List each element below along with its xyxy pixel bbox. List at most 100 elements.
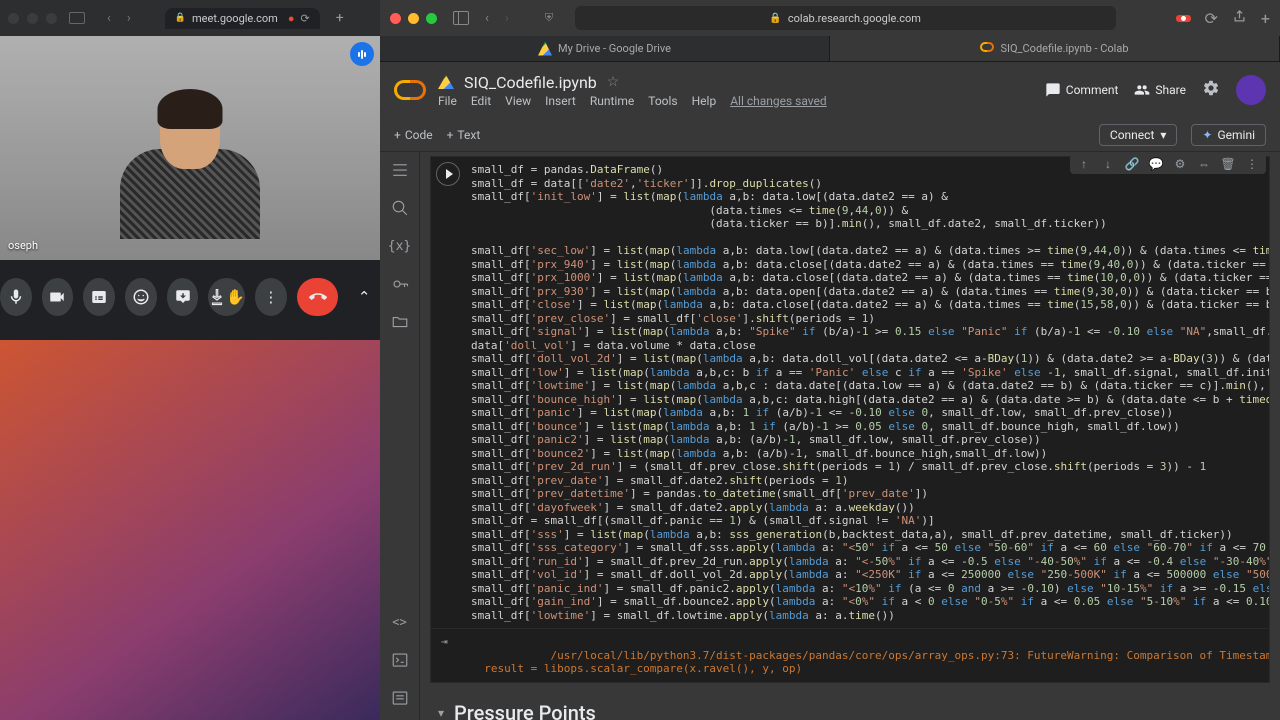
link-icon[interactable]: 🔗: [1124, 156, 1140, 172]
meet-controls: ✋ ⋮ ⌃: [0, 260, 380, 334]
colab-header: SIQ_Codefile.ipynb ☆ File Edit View Inse…: [380, 62, 1280, 118]
move-up-icon[interactable]: ↑: [1076, 156, 1092, 172]
chevron-down-icon: ▾: [1160, 128, 1166, 142]
colab-logo-icon[interactable]: [394, 80, 426, 100]
run-cell-button[interactable]: [436, 162, 460, 186]
forward-button[interactable]: ›: [499, 9, 515, 28]
cell-toolbar: ↑ ↓ 🔗 💬 ⚙ ⇔ 🗑 ⋮: [1070, 154, 1266, 174]
cell-output: ⇥/usr/local/lib/python3.7/dist-packages/…: [430, 629, 1270, 683]
present-button[interactable]: [167, 278, 199, 316]
add-text-button[interactable]: + Text: [447, 128, 481, 142]
gear-icon[interactable]: [1202, 79, 1220, 101]
back-button[interactable]: ‹: [479, 9, 495, 28]
traffic-dot: [27, 13, 38, 24]
back-button[interactable]: ‹: [101, 9, 117, 28]
tab-gdrive[interactable]: My Drive - Google Drive: [380, 36, 830, 61]
mirror-icon[interactable]: ⇔: [1196, 156, 1212, 172]
output-collapse-icon[interactable]: ⇥: [441, 635, 448, 649]
star-icon[interactable]: ☆: [607, 74, 620, 90]
toc-icon[interactable]: [390, 160, 410, 180]
tab-label: My Drive - Google Drive: [558, 42, 671, 55]
lock-icon: 🔒: [175, 13, 186, 23]
menu-file[interactable]: File: [438, 94, 457, 108]
meet-window: ‹ › 🔒 meet.google.com ● ⟳ + oseph ✋ ⋮ ⌃: [0, 0, 380, 340]
share-icon[interactable]: [1232, 9, 1247, 28]
gear-icon[interactable]: ⚙: [1172, 156, 1188, 172]
expand-button[interactable]: ⌃: [348, 278, 380, 316]
gdrive-icon: [438, 75, 454, 89]
reload-icon[interactable]: ⟳: [301, 12, 310, 25]
more-options-button[interactable]: ⋮: [255, 278, 287, 316]
menu-help[interactable]: Help: [692, 94, 717, 108]
close-window-button[interactable]: [390, 13, 401, 24]
code-toggle-icon[interactable]: <>: [390, 612, 410, 632]
tab-colab[interactable]: SIQ_Codefile.ipynb - Colab: [830, 36, 1280, 61]
menu-runtime[interactable]: Runtime: [590, 94, 634, 108]
add-code-button[interactable]: + Code: [394, 128, 433, 142]
lock-icon: 🔒: [769, 13, 781, 24]
recording-indicator: ●: [288, 12, 295, 25]
participant-name: oseph: [0, 237, 46, 254]
traffic-dot: [8, 13, 19, 24]
connect-button[interactable]: Connect ▾: [1099, 124, 1178, 146]
comment-button[interactable]: Comment: [1045, 82, 1119, 98]
menu-view[interactable]: View: [505, 94, 531, 108]
variables-icon[interactable]: {x}: [390, 236, 410, 256]
forward-button[interactable]: ›: [121, 9, 137, 28]
audio-indicator-icon: [350, 42, 374, 66]
list-icon[interactable]: [390, 688, 410, 708]
tab-label: SIQ_Codefile.ipynb - Colab: [1000, 42, 1128, 55]
captions-button[interactable]: [83, 278, 115, 316]
notebook-name[interactable]: SIQ_Codefile.ipynb: [464, 73, 597, 92]
sidebar-toggle-icon[interactable]: [453, 11, 469, 25]
meet-tabbar: ‹ › 🔒 meet.google.com ● ⟳ +: [0, 0, 380, 36]
colab-subbar: + Code + Text Connect ▾ ✦Gemini: [380, 118, 1280, 152]
sparkle-icon: ✦: [1202, 128, 1212, 142]
comment-icon[interactable]: 💬: [1148, 156, 1164, 172]
safari-toolbar: ‹ › ⛨ 🔒 colab.research.google.com ⟳ +: [380, 0, 1280, 36]
section-header[interactable]: ▾ Pressure Points: [420, 687, 1280, 720]
video-tile: oseph: [0, 36, 380, 260]
privacy-icon[interactable]: ⛨: [545, 11, 553, 25]
colab-menubar: File Edit View Insert Runtime Tools Help…: [438, 94, 1045, 108]
chevron-down-icon: ▾: [438, 706, 444, 720]
menu-edit[interactable]: Edit: [471, 94, 491, 108]
folder-icon[interactable]: [390, 312, 410, 332]
url-text: colab.research.google.com: [788, 12, 921, 25]
safari-window: ‹ › ⛨ 🔒 colab.research.google.com ⟳ + My…: [380, 0, 1280, 720]
emoji-button[interactable]: [125, 278, 157, 316]
delete-icon[interactable]: 🗑: [1220, 156, 1236, 172]
sidebar-toggle-icon[interactable]: [69, 12, 85, 24]
colab-sidebar: {x} <>: [380, 152, 420, 720]
traffic-dot: [46, 13, 57, 24]
avatar[interactable]: [1236, 75, 1266, 105]
address-bar[interactable]: ⛨ 🔒 colab.research.google.com: [575, 6, 1116, 30]
colab-app: SIQ_Codefile.ipynb ☆ File Edit View Inse…: [380, 62, 1280, 720]
move-down-icon[interactable]: ↓: [1100, 156, 1116, 172]
tab-url: meet.google.com: [192, 12, 278, 25]
maximize-window-button[interactable]: [426, 13, 437, 24]
minimize-window-button[interactable]: [408, 13, 419, 24]
code-editor[interactable]: small_df = pandas.DataFrame() small_df =…: [430, 156, 1270, 629]
new-tab-button[interactable]: +: [336, 10, 344, 26]
code-cell[interactable]: ↑ ↓ 🔗 💬 ⚙ ⇔ 🗑 ⋮ small_df = pandas.DataFr…: [430, 156, 1270, 683]
mic-button[interactable]: [0, 278, 32, 316]
search-icon[interactable]: [390, 198, 410, 218]
more-icon[interactable]: ⋮: [1244, 156, 1260, 172]
new-tab-button[interactable]: +: [1261, 9, 1270, 28]
reload-icon[interactable]: ⟳: [1205, 9, 1218, 28]
gemini-button[interactable]: ✦Gemini: [1191, 124, 1266, 146]
raise-hand-button[interactable]: ✋: [208, 278, 245, 316]
terminal-icon[interactable]: [390, 650, 410, 670]
camera-button[interactable]: [42, 278, 74, 316]
gdrive-icon: [538, 42, 552, 56]
share-button[interactable]: Share: [1134, 82, 1186, 98]
section-title: Pressure Points: [454, 701, 596, 720]
colab-icon: [980, 42, 994, 56]
menu-insert[interactable]: Insert: [545, 94, 576, 108]
secrets-icon[interactable]: [390, 274, 410, 294]
menu-tools[interactable]: Tools: [648, 94, 677, 108]
browser-tab[interactable]: 🔒 meet.google.com ● ⟳: [165, 8, 320, 29]
colab-content: ↑ ↓ 🔗 💬 ⚙ ⇔ 🗑 ⋮ small_df = pandas.DataFr…: [420, 152, 1280, 720]
end-call-button[interactable]: [297, 278, 339, 316]
